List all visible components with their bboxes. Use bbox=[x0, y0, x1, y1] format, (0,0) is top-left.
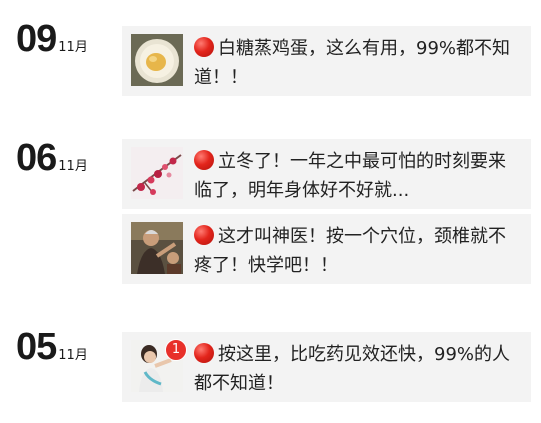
article-title: 按这里，比吃药见效还快，99%的人都不知道！ bbox=[194, 340, 519, 398]
date-label: 06 11月 bbox=[16, 137, 88, 180]
article-card[interactable]: 立冬了！一年之中最可怕的时刻要来临了，明年身体好不好就... bbox=[122, 139, 531, 209]
date-month: 11月 bbox=[58, 348, 88, 363]
article-card[interactable]: 1 按这里，比吃药见效还快，99%的人都不知道！ bbox=[122, 332, 531, 402]
date-label: 05 11月 bbox=[16, 326, 88, 369]
red-dot-icon bbox=[194, 343, 214, 363]
article-title-text: 立冬了！一年之中最可怕的时刻要来临了，明年身体好不好就... bbox=[194, 151, 506, 201]
article-title: 白糖蒸鸡蛋，这么有用，99%都不知道！！ bbox=[194, 34, 519, 92]
date-label: 09 11月 bbox=[16, 18, 88, 61]
date-day: 05 bbox=[16, 326, 57, 368]
doctor-massage-image bbox=[131, 222, 183, 274]
date-day: 06 bbox=[16, 137, 57, 179]
unread-badge: 1 bbox=[165, 339, 187, 361]
date-month: 11月 bbox=[58, 40, 88, 55]
red-dot-icon bbox=[194, 150, 214, 170]
red-dot-icon bbox=[194, 225, 214, 245]
article-title-text: 按这里，比吃药见效还快，99%的人都不知道！ bbox=[194, 344, 511, 394]
date-month: 11月 bbox=[58, 159, 88, 174]
article-card[interactable]: 白糖蒸鸡蛋，这么有用，99%都不知道！！ bbox=[122, 26, 531, 96]
article-title-text: 白糖蒸鸡蛋，这么有用，99%都不知道！！ bbox=[194, 38, 511, 88]
date-day: 09 bbox=[16, 18, 57, 60]
article-title: 这才叫神医！按一个穴位，颈椎就不疼了！快学吧！！ bbox=[194, 222, 519, 280]
article-title-text: 这才叫神医！按一个穴位，颈椎就不疼了！快学吧！！ bbox=[194, 226, 506, 276]
steamed-egg-image bbox=[131, 34, 183, 86]
red-blossom-image bbox=[131, 147, 183, 199]
article-card[interactable]: 这才叫神医！按一个穴位，颈椎就不疼了！快学吧！！ bbox=[122, 214, 531, 284]
article-title: 立冬了！一年之中最可怕的时刻要来临了，明年身体好不好就... bbox=[194, 147, 519, 205]
red-dot-icon bbox=[194, 37, 214, 57]
